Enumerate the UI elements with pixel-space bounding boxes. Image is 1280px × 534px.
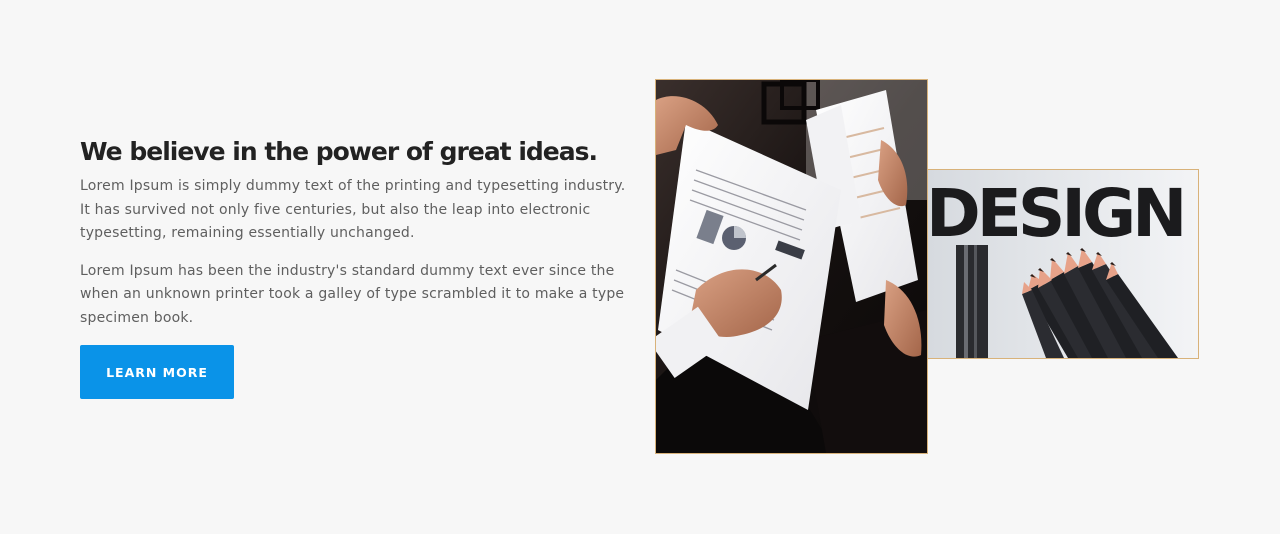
business-meeting-illustration (656, 80, 927, 453)
design-word: DESIGN (928, 175, 1183, 252)
intro-paragraph: Lorem Ipsum is simply dummy text of the … (80, 178, 626, 241)
design-pencils-illustration: DESIGN (928, 170, 1198, 358)
history-paragraph: Lorem Ipsum has been the industry's stan… (80, 262, 625, 326)
design-pencils-photo: DESIGN (927, 169, 1199, 359)
about-text-column: We believe in the power of great ideas. … (80, 133, 640, 330)
learn-more-button[interactable]: LEARN MORE (80, 345, 234, 399)
section-headline: We believe in the power of great ideas. (80, 137, 598, 166)
business-meeting-photo (655, 79, 928, 454)
